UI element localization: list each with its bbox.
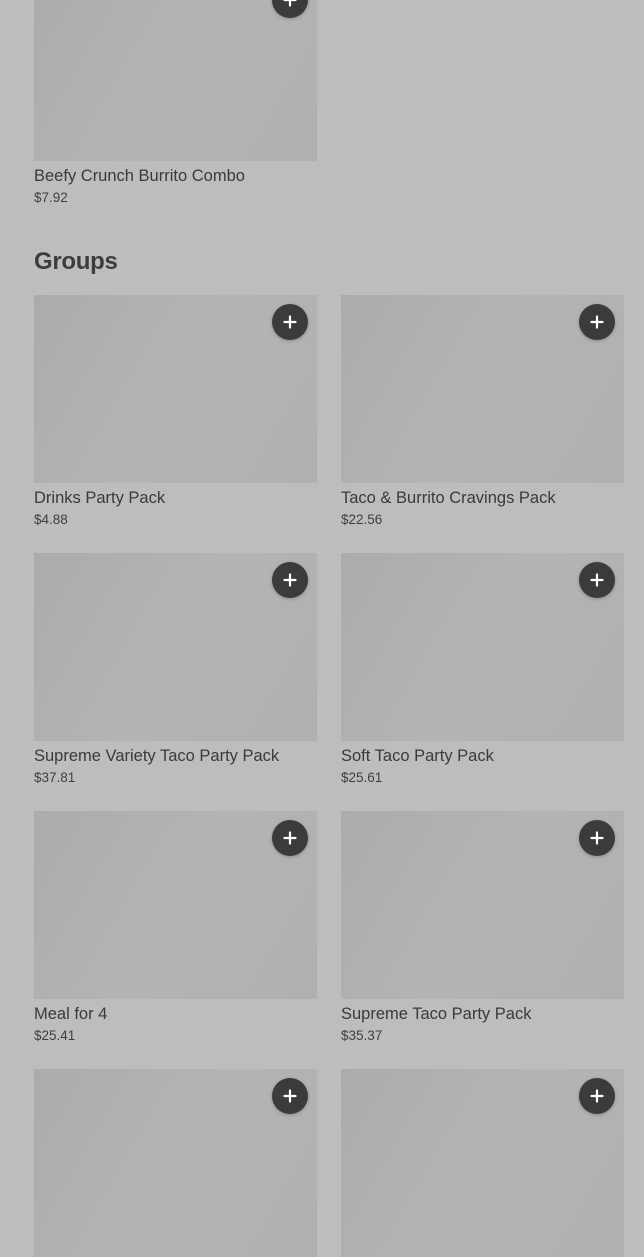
menu-item-card[interactable]: Drinks Party Pack $4.88 [34, 295, 317, 530]
plus-icon [283, 831, 297, 845]
plus-icon [283, 573, 297, 587]
item-name: Soft Taco Party Pack [341, 747, 494, 765]
plus-icon [590, 573, 604, 587]
menu-item-card[interactable]: Supreme Variety Taco Party Pack $37.81 [34, 553, 317, 788]
item-image[interactable] [34, 295, 317, 483]
add-item-button[interactable] [272, 820, 308, 856]
item-image[interactable] [341, 295, 624, 483]
item-name: Taco & Burrito Cravings Pack [341, 489, 556, 507]
add-item-button[interactable] [579, 1078, 615, 1114]
add-item-button[interactable] [579, 820, 615, 856]
item-image[interactable] [34, 553, 317, 741]
section-title-groups: Groups [34, 248, 118, 275]
menu-item-card[interactable] [341, 1069, 624, 1257]
plus-icon [590, 831, 604, 845]
menu-item-card[interactable] [34, 1069, 317, 1257]
menu-item-card[interactable]: Taco & Burrito Cravings Pack $22.56 [341, 295, 624, 530]
add-item-button[interactable] [272, 0, 308, 18]
add-item-button[interactable] [579, 304, 615, 340]
plus-icon [283, 0, 297, 7]
item-name: Beefy Crunch Burrito Combo [34, 167, 245, 185]
add-item-button[interactable] [272, 304, 308, 340]
item-image[interactable] [34, 1069, 317, 1257]
item-image[interactable] [341, 1069, 624, 1257]
item-name: Meal for 4 [34, 1005, 108, 1023]
menu-item-card[interactable]: Meal for 4 $25.41 [34, 811, 317, 1046]
menu-item-card[interactable]: Beefy Crunch Burrito Combo $7.92 [34, 0, 317, 208]
menu-item-card[interactable]: Soft Taco Party Pack $25.61 [341, 553, 624, 788]
item-price: $35.37 [341, 1028, 383, 1043]
item-price: $7.92 [34, 190, 68, 205]
item-name: Drinks Party Pack [34, 489, 166, 507]
item-name: Supreme Taco Party Pack [341, 1005, 532, 1023]
item-image[interactable] [341, 811, 624, 999]
add-item-button[interactable] [272, 562, 308, 598]
item-price: $37.81 [34, 770, 76, 785]
item-image[interactable] [341, 553, 624, 741]
item-image[interactable] [34, 0, 317, 161]
plus-icon [590, 315, 604, 329]
plus-icon [283, 315, 297, 329]
item-price: $22.56 [341, 512, 383, 527]
item-price: $4.88 [34, 512, 68, 527]
add-item-button[interactable] [579, 562, 615, 598]
item-price: $25.41 [34, 1028, 76, 1043]
item-image[interactable] [34, 811, 317, 999]
plus-icon [283, 1089, 297, 1103]
menu-item-card[interactable]: Supreme Taco Party Pack $35.37 [341, 811, 624, 1046]
item-name: Supreme Variety Taco Party Pack [34, 747, 280, 765]
item-price: $25.61 [341, 770, 383, 785]
plus-icon [590, 1089, 604, 1103]
add-item-button[interactable] [272, 1078, 308, 1114]
